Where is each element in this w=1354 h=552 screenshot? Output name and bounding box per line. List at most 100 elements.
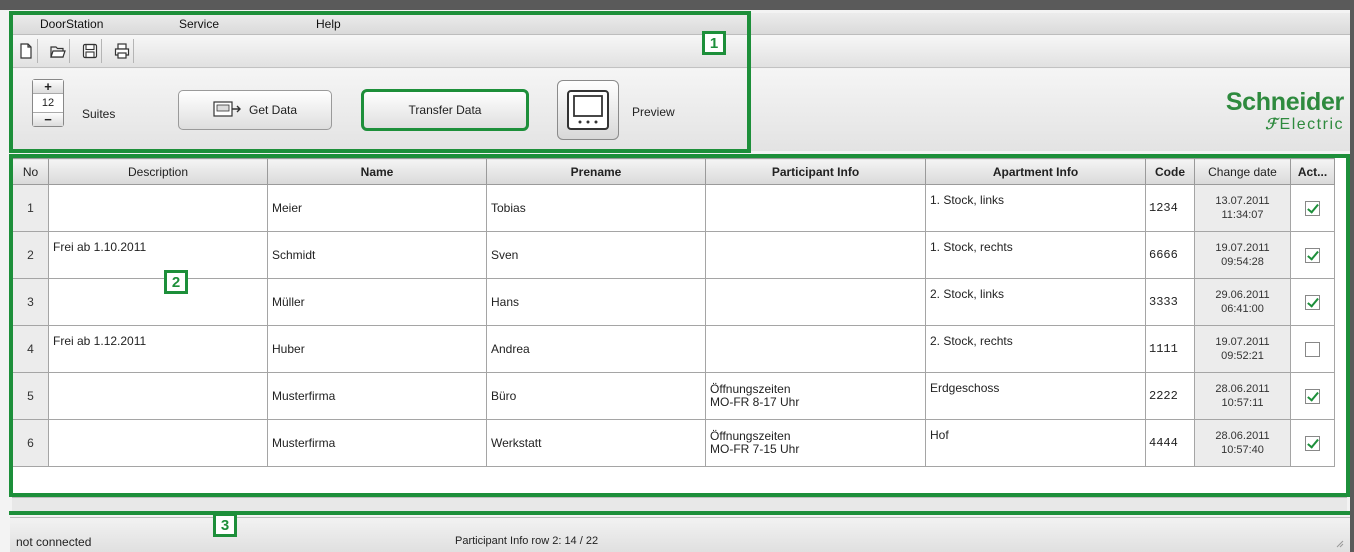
table-row[interactable]: 6 Musterfirma Werkstatt Öffnungszeiten MO-FR… — [12, 419, 1335, 467]
preview-button[interactable] — [557, 80, 619, 140]
cell-participant-info[interactable] — [705, 184, 926, 232]
change-date-day: 19.07.2011 — [1215, 242, 1270, 254]
logo-wordmark: Schneider — [1225, 88, 1344, 116]
active-checkbox[interactable] — [1305, 341, 1320, 357]
cell-change-date: 28.06.2011 10:57:40 — [1194, 419, 1291, 467]
col-header-description[interactable]: Description — [48, 158, 268, 185]
callout-2: 2 — [164, 270, 188, 294]
active-checkbox[interactable] — [1305, 388, 1320, 404]
cell-no[interactable]: 4 — [12, 325, 49, 373]
cell-active[interactable] — [1290, 419, 1335, 467]
table-row[interactable]: 5 Musterfirma Büro Öffnungszeiten MO-FR 8-17… — [12, 372, 1335, 420]
col-header-active[interactable]: Act... — [1290, 158, 1335, 185]
cell-prename[interactable]: Tobias — [486, 184, 706, 232]
cell-no[interactable]: 5 — [12, 372, 49, 420]
col-header-participant-info[interactable]: Participant Info — [705, 158, 926, 185]
cell-participant-info[interactable] — [705, 325, 926, 373]
suites-label: Suites — [82, 107, 116, 121]
resize-grip-icon[interactable] — [1334, 538, 1344, 548]
active-checkbox[interactable] — [1305, 200, 1320, 216]
transfer-data-button[interactable]: Transfer Data — [361, 89, 529, 131]
cell-apartment-info[interactable]: Erdgeschoss — [925, 372, 1146, 420]
cell-active[interactable] — [1290, 372, 1335, 420]
col-header-name[interactable]: Name — [267, 158, 487, 185]
participant-info-line2: MO-FR 8-17 Uhr — [710, 395, 800, 409]
active-checkbox[interactable] — [1305, 247, 1320, 263]
cell-description[interactable]: Frei ab 1.12.2011 — [48, 325, 268, 373]
cell-participant-info[interactable] — [705, 278, 926, 326]
cell-apartment-info[interactable]: 1. Stock, rechts — [925, 231, 1146, 279]
cell-active[interactable] — [1290, 278, 1335, 326]
col-header-code[interactable]: Code — [1145, 158, 1195, 185]
cell-active[interactable] — [1290, 231, 1335, 279]
stepper-decrement-button[interactable]: − — [33, 112, 63, 127]
cell-name[interactable]: Müller — [267, 278, 487, 326]
table-row[interactable]: 4 Frei ab 1.12.2011 Huber Andrea 2. Stock, r… — [12, 325, 1335, 373]
cell-no[interactable]: 3 — [12, 278, 49, 326]
new-file-icon[interactable] — [14, 39, 38, 63]
cell-no[interactable]: 2 — [12, 231, 49, 279]
cell-description[interactable] — [48, 372, 268, 420]
cell-no[interactable]: 6 — [12, 419, 49, 467]
logo-symbol-icon: ℱ — [1265, 116, 1279, 133]
suites-stepper[interactable]: + 12 − — [32, 79, 64, 127]
open-folder-icon[interactable] — [46, 39, 70, 63]
grid-horizontal-scrollbar[interactable] — [12, 497, 1347, 511]
callout-1: 1 — [702, 31, 726, 55]
table-row[interactable]: 1 Meier Tobias 1. Stock, links 1234 13.07.201… — [12, 184, 1335, 232]
cell-name[interactable]: Meier — [267, 184, 487, 232]
logo-subtitle: ℱElectric — [1265, 115, 1344, 134]
cell-participant-info[interactable]: Öffnungszeiten MO-FR 8-17 Uhr — [705, 372, 926, 420]
cell-name[interactable]: Musterfirma — [267, 372, 487, 420]
change-date-time: 10:57:11 — [1221, 397, 1264, 409]
change-date-time: 06:41:00 — [1221, 303, 1264, 315]
table-row[interactable]: 2 Frei ab 1.10.2011 Schmidt Sven 1. Stock, r… — [12, 231, 1335, 279]
active-checkbox[interactable] — [1305, 294, 1320, 310]
cell-description[interactable] — [48, 278, 268, 326]
get-data-icon — [213, 101, 241, 117]
cell-name[interactable]: Musterfirma — [267, 419, 487, 467]
cell-active[interactable] — [1290, 325, 1335, 373]
cell-prename[interactable]: Hans — [486, 278, 706, 326]
cell-code[interactable]: 2222 — [1145, 372, 1195, 420]
table-row[interactable]: 3 Müller Hans 2. Stock, links 3333 29.06.2011… — [12, 278, 1335, 326]
active-checkbox[interactable] — [1305, 435, 1320, 451]
cell-name[interactable]: Schmidt — [267, 231, 487, 279]
col-header-no[interactable]: No — [12, 158, 49, 185]
cell-apartment-info[interactable]: Hof — [925, 419, 1146, 467]
cell-prename[interactable]: Sven — [486, 231, 706, 279]
cell-code[interactable]: 4444 — [1145, 419, 1195, 467]
cell-prename[interactable]: Werkstatt — [486, 419, 706, 467]
col-header-prename[interactable]: Prename — [486, 158, 706, 185]
cell-description[interactable] — [48, 184, 268, 232]
stepper-increment-button[interactable]: + — [33, 79, 63, 94]
cell-participant-info[interactable] — [705, 231, 926, 279]
cell-active[interactable] — [1290, 184, 1335, 232]
print-icon[interactable] — [110, 39, 134, 63]
cell-code[interactable]: 3333 — [1145, 278, 1195, 326]
cell-name[interactable]: Huber — [267, 325, 487, 373]
save-icon[interactable] — [78, 39, 102, 63]
menu-help[interactable]: Help — [316, 17, 341, 31]
get-data-button[interactable]: Get Data — [178, 90, 332, 130]
cell-code[interactable]: 6666 — [1145, 231, 1195, 279]
col-header-apartment-info[interactable]: Apartment Info — [925, 158, 1146, 185]
cell-no[interactable]: 1 — [12, 184, 49, 232]
menu-service[interactable]: Service — [179, 17, 219, 31]
cell-code[interactable]: 1111 — [1145, 325, 1195, 373]
col-header-change-date[interactable]: Change date — [1194, 158, 1291, 185]
cell-apartment-info[interactable]: 2. Stock, links — [925, 278, 1146, 326]
cell-description[interactable]: Frei ab 1.10.2011 — [48, 231, 268, 279]
cell-prename[interactable]: Büro — [486, 372, 706, 420]
window-right-edge — [1350, 0, 1354, 552]
change-date-day: 28.06.2011 — [1215, 430, 1270, 442]
menu-doorstation[interactable]: DoorStation — [40, 17, 103, 31]
cell-description[interactable] — [48, 419, 268, 467]
cell-code[interactable]: 1234 — [1145, 184, 1195, 232]
cell-apartment-info[interactable]: 2. Stock, rechts — [925, 325, 1146, 373]
cell-prename[interactable]: Andrea — [486, 325, 706, 373]
status-bar: not connected Participant Info row 2: 14… — [10, 517, 1350, 552]
stepper-value[interactable]: 12 — [33, 95, 63, 111]
cell-participant-info[interactable]: Öffnungszeiten MO-FR 7-15 Uhr — [705, 419, 926, 467]
cell-apartment-info[interactable]: 1. Stock, links — [925, 184, 1146, 232]
